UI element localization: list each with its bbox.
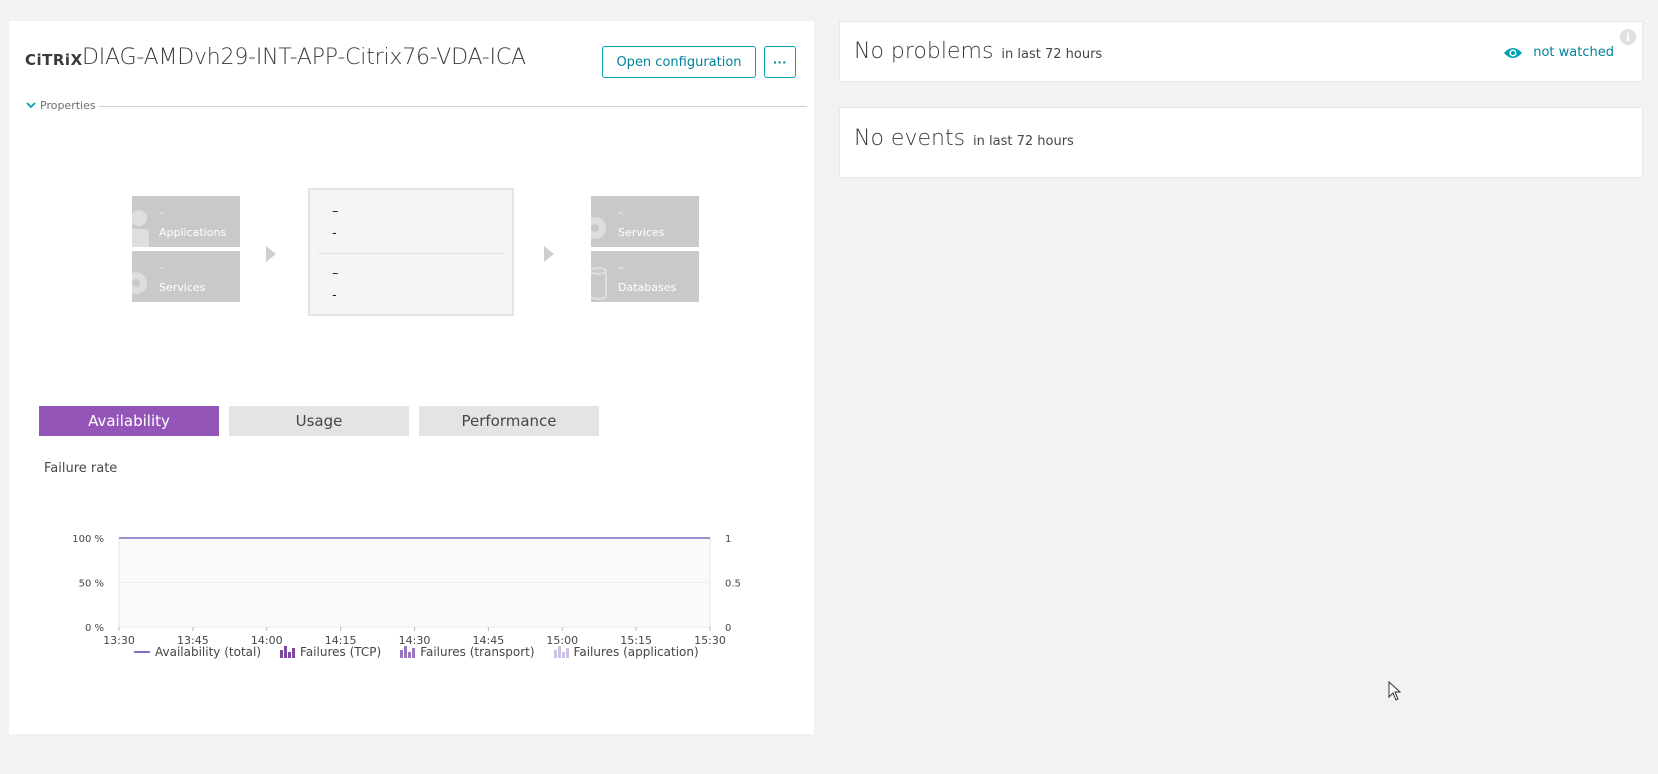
mouse-cursor-icon bbox=[1388, 681, 1402, 701]
process-group-box[interactable]: – - – - bbox=[308, 188, 514, 316]
y2-tick-label: 0.5 bbox=[725, 579, 741, 590]
y-tick-label: 100 % bbox=[72, 534, 104, 545]
events-card: No events in last 72 hours bbox=[839, 107, 1643, 178]
open-configuration-button[interactable]: Open configuration bbox=[602, 46, 756, 78]
events-title: No events in last 72 hours bbox=[854, 126, 1074, 151]
problems-card: No problems in last 72 hours not watched … bbox=[839, 21, 1643, 82]
metric-value: – bbox=[332, 204, 339, 219]
calls-services-tile[interactable]: – Services bbox=[591, 196, 699, 247]
y-tick-label: 0 % bbox=[85, 623, 104, 634]
y-tick-label: 50 % bbox=[79, 579, 104, 590]
legend-item-failures-transport[interactable]: Failures (transport) bbox=[400, 645, 535, 659]
tile-count: – bbox=[618, 206, 624, 219]
problems-title: No problems in last 72 hours bbox=[854, 39, 1102, 64]
eye-icon bbox=[1504, 47, 1523, 58]
metric-value: - bbox=[332, 288, 337, 303]
divider bbox=[318, 253, 504, 254]
gear-icon bbox=[132, 272, 147, 294]
legend-item-availability[interactable]: Availability (total) bbox=[134, 645, 261, 659]
more-options-button[interactable]: ··· bbox=[764, 46, 796, 78]
bar-swatch-icon bbox=[553, 646, 569, 658]
calls-databases-tile[interactable]: – Databases bbox=[591, 251, 699, 302]
legend-label: Failures (transport) bbox=[420, 645, 535, 659]
events-timeframe: in last 72 hours bbox=[973, 134, 1074, 149]
tile-label: Applications bbox=[159, 226, 227, 239]
x-tick-label: 13:30 bbox=[103, 634, 135, 647]
flow-arrow-icon bbox=[266, 246, 276, 262]
tile-count: – bbox=[159, 261, 165, 274]
page-title: DIAG-AMDvh29-INT-APP-Citrix76-VDA-ICA bbox=[82, 45, 526, 70]
chart-legend: Availability (total) Failures (TCP) Fail… bbox=[134, 643, 718, 661]
legend-label: Availability (total) bbox=[155, 645, 262, 659]
line-swatch-icon bbox=[134, 651, 150, 653]
y2-tick-label: 1 bbox=[725, 534, 731, 545]
user-icon bbox=[132, 210, 149, 247]
callers-services-tile[interactable]: – Services bbox=[132, 251, 240, 302]
tile-label: Services bbox=[618, 226, 665, 239]
database-icon bbox=[591, 267, 607, 300]
legend-item-failures-tcp[interactable]: Failures (TCP) bbox=[280, 645, 381, 659]
bar-swatch-icon bbox=[280, 646, 296, 658]
failure-rate-chart: 100 % 150 % 0.50 % 013:30 13:45 14:00 14:15 14:… bbox=[72, 534, 741, 647]
tab-availability[interactable]: Availability bbox=[39, 406, 219, 436]
problems-timeframe: in last 72 hours bbox=[1001, 47, 1103, 62]
divider bbox=[95, 106, 807, 107]
problems-heading: No problems bbox=[854, 39, 994, 64]
callers-applications-tile[interactable]: – Applications bbox=[132, 196, 240, 247]
chevron-down-icon bbox=[26, 102, 36, 109]
events-heading: No events bbox=[854, 126, 966, 151]
info-icon[interactable]: i bbox=[1620, 29, 1636, 45]
watch-label: not watched bbox=[1533, 45, 1614, 60]
flow-arrow-icon bbox=[544, 246, 554, 262]
legend-label: Failures (application) bbox=[573, 645, 699, 659]
tile-label: Databases bbox=[618, 281, 677, 294]
metric-value: – bbox=[332, 266, 339, 281]
properties-toggle[interactable]: Properties bbox=[25, 99, 807, 113]
tile-count: – bbox=[618, 261, 624, 274]
tile-label: Services bbox=[159, 281, 206, 294]
chart-title: Failure rate bbox=[44, 461, 118, 476]
watch-toggle[interactable]: not watched bbox=[1503, 45, 1614, 60]
metric-value: - bbox=[332, 226, 337, 241]
legend-item-failures-application[interactable]: Failures (application) bbox=[553, 645, 699, 659]
entity-overview-panel: CiTRiX DIAG-AMDvh29-INT-APP-Citrix76-VDA… bbox=[9, 21, 814, 734]
citrix-logo: CiTRiX bbox=[25, 51, 83, 69]
tab-usage[interactable]: Usage bbox=[229, 406, 409, 436]
y2-tick-label: 0 bbox=[725, 623, 731, 634]
tile-count: – bbox=[159, 206, 165, 219]
tab-performance[interactable]: Performance bbox=[419, 406, 599, 436]
gear-icon bbox=[591, 217, 606, 239]
bar-swatch-icon bbox=[400, 646, 416, 658]
legend-label: Failures (TCP) bbox=[300, 645, 382, 659]
properties-label: Properties bbox=[40, 99, 99, 112]
